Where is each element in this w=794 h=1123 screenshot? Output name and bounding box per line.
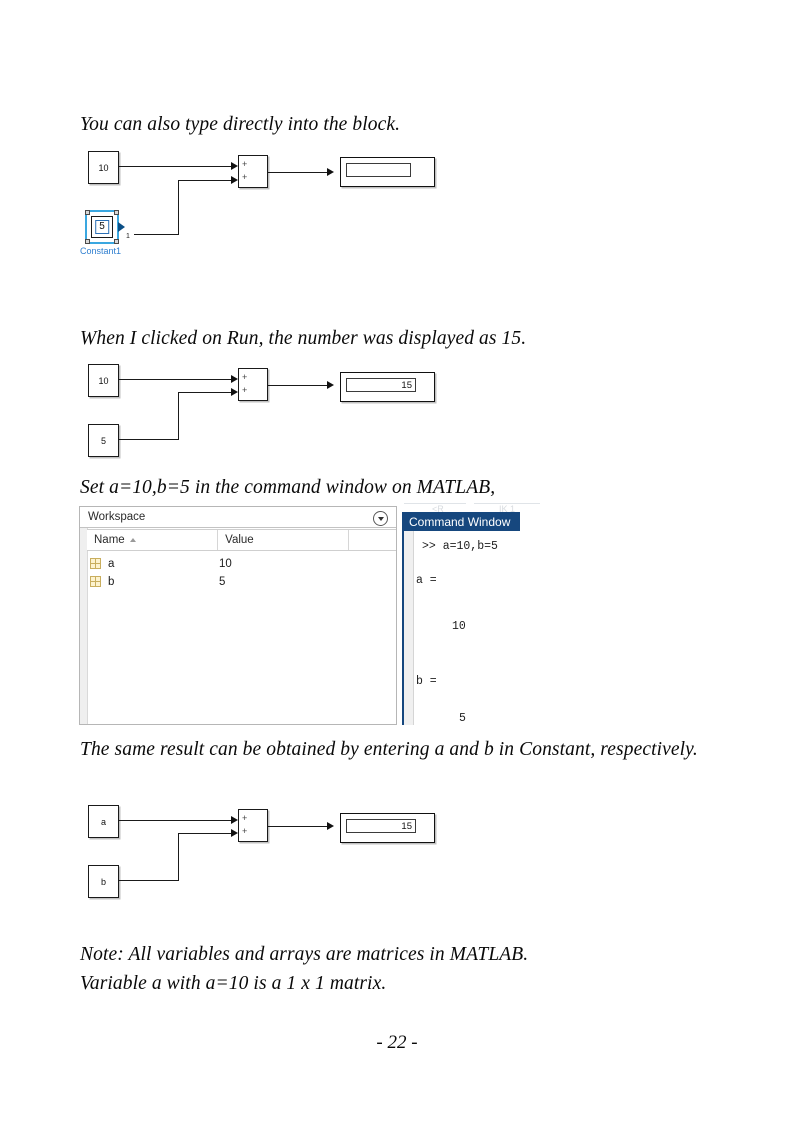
display-block-15[interactable]: 15 bbox=[340, 813, 435, 843]
sum-block[interactable]: + + bbox=[238, 809, 268, 842]
wire-sum-to-display bbox=[268, 826, 332, 828]
sum-plus-sign-top: + bbox=[242, 813, 248, 823]
wire-constb-segment-h1 bbox=[119, 880, 179, 882]
note-line-1: Note: All variables and arrays are matri… bbox=[80, 944, 529, 965]
document-page: You can also type directly into the bloc… bbox=[0, 0, 794, 1123]
wire-constb-segment-v bbox=[178, 833, 180, 881]
wire-arrowhead bbox=[231, 829, 238, 837]
page-number: - 22 - bbox=[376, 1032, 418, 1053]
wire-arrowhead bbox=[231, 816, 238, 824]
wire-arrowhead bbox=[327, 822, 334, 830]
constant-block-a[interactable]: a bbox=[88, 805, 119, 838]
constant-block-b[interactable]: b bbox=[88, 865, 119, 898]
constant-block-value: b bbox=[100, 876, 106, 887]
wire-constb-segment-h2 bbox=[178, 833, 235, 835]
note-line-2: Variable a with a=10 is a 1 x 1 matrix. bbox=[80, 973, 387, 994]
display-block-readout: 15 bbox=[346, 819, 416, 833]
sum-plus-sign-bottom: + bbox=[242, 826, 248, 836]
wire-consta-to-sum bbox=[119, 820, 235, 822]
constant-block-value: a bbox=[100, 816, 106, 827]
